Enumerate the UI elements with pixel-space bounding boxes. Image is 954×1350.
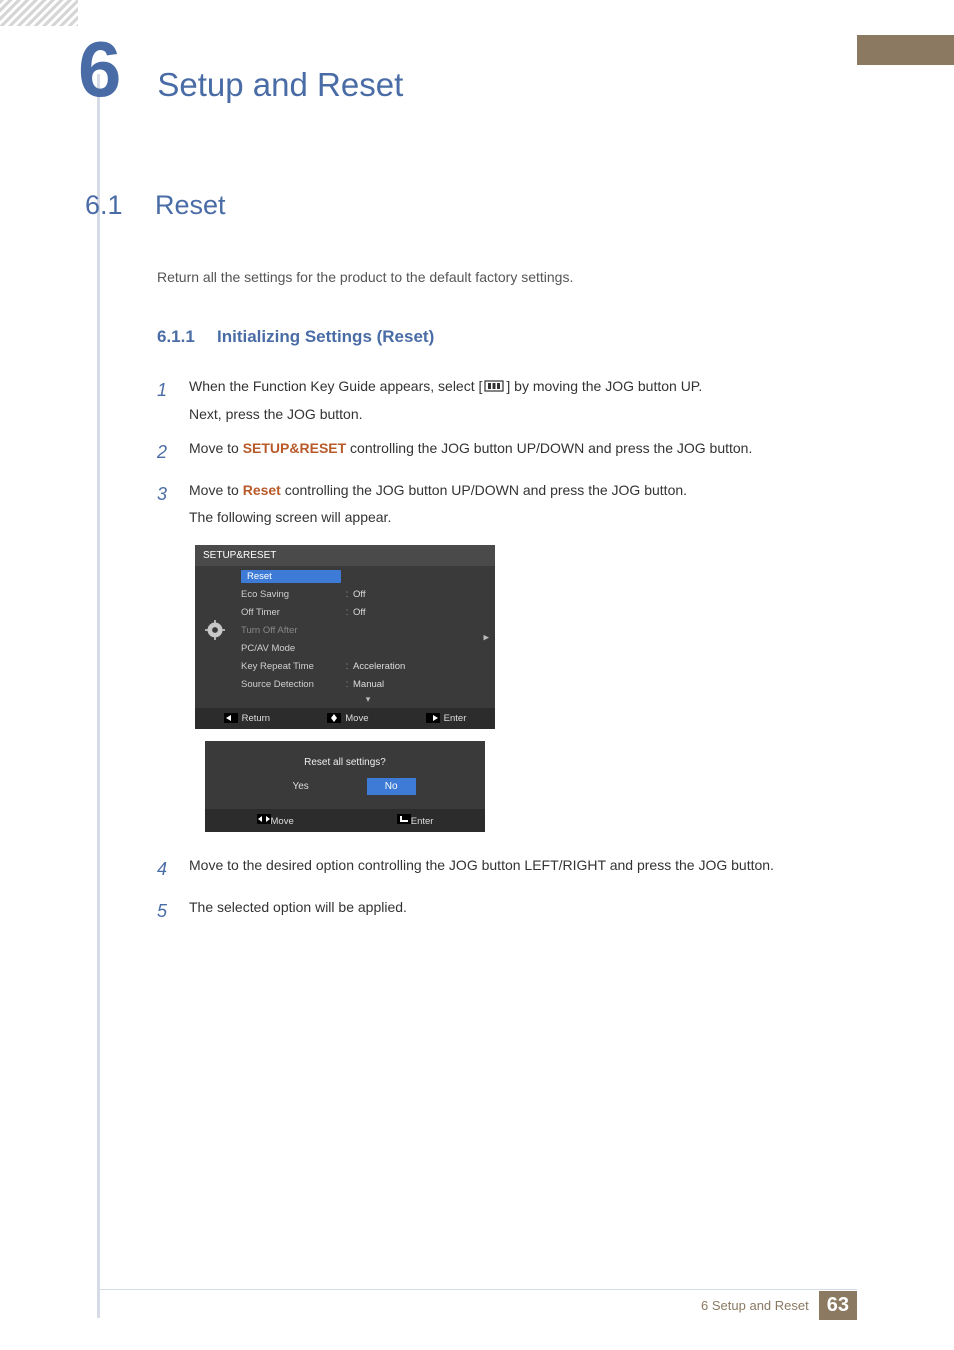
header-brown-bar bbox=[857, 35, 954, 65]
left-key-icon bbox=[224, 713, 238, 723]
step-5: 5 The selected option will be applied. bbox=[157, 894, 857, 928]
osd-item-label: Reset bbox=[241, 570, 341, 583]
dialog-buttons: Yes No bbox=[205, 778, 485, 809]
osd-item-value: Acceleration bbox=[353, 661, 405, 672]
osd-footer-return: Return bbox=[224, 713, 271, 724]
dialog-footer-enter: Enter bbox=[397, 814, 434, 827]
osd-menu-item: Eco Saving:Off bbox=[241, 586, 495, 604]
osd-colon: : bbox=[341, 607, 353, 618]
osd-item-value: Off bbox=[353, 589, 366, 600]
step-number: 5 bbox=[157, 894, 189, 928]
osd-item-label: PC/AV Mode bbox=[241, 643, 341, 654]
osd-menu-item: PC/AV Mode bbox=[241, 640, 495, 658]
dialog-question: Reset all settings? bbox=[205, 741, 485, 778]
dialog-footer: Move Enter bbox=[205, 809, 485, 832]
osd-footer-enter: Enter bbox=[426, 713, 467, 724]
step-4: 4 Move to the desired option controlling… bbox=[157, 852, 857, 886]
step-number: 3 bbox=[157, 477, 189, 530]
dialog-yes: Yes bbox=[274, 778, 326, 795]
gear-icon bbox=[205, 620, 225, 640]
osd-item-value: Off bbox=[353, 607, 366, 618]
section-title: Reset bbox=[155, 190, 226, 220]
step-number: 4 bbox=[157, 852, 189, 886]
corner-hatch bbox=[0, 0, 78, 26]
step-body: Move to Reset controlling the JOG button… bbox=[189, 477, 857, 530]
footer-label: 6 Setup and Reset bbox=[701, 1298, 809, 1313]
menu-icon bbox=[484, 374, 504, 401]
step-2: 2 Move to SETUP&RESET controlling the JO… bbox=[157, 435, 857, 469]
confirm-dialog: Reset all settings? Yes No Move Enter bbox=[205, 741, 485, 832]
osd-item-label: Key Repeat Time bbox=[241, 661, 341, 672]
dialog-footer-move: Move bbox=[257, 814, 294, 827]
step-3: 3 Move to Reset controlling the JOG butt… bbox=[157, 477, 857, 530]
footer-rule bbox=[97, 1289, 857, 1290]
right-key-icon bbox=[426, 713, 440, 723]
subsection-number: 6.1.1 bbox=[157, 327, 217, 347]
keyword-setup-reset: SETUP&RESET bbox=[243, 440, 346, 456]
osd-menu-item: Turn Off After bbox=[241, 622, 495, 640]
osd-item-value: Manual bbox=[353, 679, 384, 690]
subsection-title: Initializing Settings (Reset) bbox=[217, 327, 434, 346]
step-number: 2 bbox=[157, 435, 189, 469]
step-list: 1 When the Function Key Guide appears, s… bbox=[157, 373, 857, 531]
page-number: 63 bbox=[819, 1291, 857, 1320]
step-list-cont: 4 Move to the desired option controlling… bbox=[157, 852, 857, 928]
arrow-right-icon: ▸ bbox=[483, 630, 489, 643]
osd-menu-item: Source Detection:Manual bbox=[241, 676, 495, 694]
step-body: When the Function Key Guide appears, sel… bbox=[189, 373, 857, 427]
chapter-title: Setup and Reset bbox=[157, 66, 403, 104]
section-intro: Return all the settings for the product … bbox=[157, 269, 857, 285]
section-number: 6.1 bbox=[85, 190, 155, 221]
arrow-down-icon: ▾ bbox=[241, 694, 495, 708]
osd-body: ▸ ResetEco Saving:OffOff Timer:OffTurn O… bbox=[195, 566, 495, 708]
osd-item-label: Off Timer bbox=[241, 607, 341, 618]
section-heading: 6.1Reset bbox=[85, 190, 857, 221]
chapter-header: 6 Setup and Reset bbox=[0, 38, 403, 104]
chapter-number: 6 bbox=[78, 38, 119, 100]
osd-screenshot-group: SETUP&RESET ▸ ResetEco Saving:OffOff Tim… bbox=[195, 545, 857, 832]
updown-key-icon bbox=[327, 713, 341, 723]
osd-item-label: Eco Saving bbox=[241, 589, 341, 600]
page-footer: 6 Setup and Reset 63 bbox=[701, 1291, 857, 1320]
step-1: 1 When the Function Key Guide appears, s… bbox=[157, 373, 857, 427]
step-body: The selected option will be applied. bbox=[189, 894, 857, 928]
leftright-key-icon bbox=[257, 814, 271, 824]
step-number: 1 bbox=[157, 373, 189, 427]
osd-item-label: Source Detection bbox=[241, 679, 341, 690]
osd-footer-move: Move bbox=[327, 713, 368, 724]
osd-title: SETUP&RESET bbox=[195, 545, 495, 566]
osd-footer: Return Move Enter bbox=[195, 708, 495, 729]
osd-colon: : bbox=[341, 679, 353, 690]
subsection-heading: 6.1.1Initializing Settings (Reset) bbox=[157, 327, 857, 347]
step-body: Move to the desired option controlling t… bbox=[189, 852, 857, 886]
osd-item-label: Turn Off After bbox=[241, 625, 341, 636]
step-body: Move to SETUP&RESET controlling the JOG … bbox=[189, 435, 857, 469]
osd-menu-list: ResetEco Saving:OffOff Timer:OffTurn Off… bbox=[241, 568, 495, 694]
main-content: 6.1Reset Return all the settings for the… bbox=[85, 190, 857, 936]
enter-key-icon bbox=[397, 814, 411, 824]
osd-panel: SETUP&RESET ▸ ResetEco Saving:OffOff Tim… bbox=[195, 545, 495, 729]
osd-colon: : bbox=[341, 589, 353, 600]
osd-menu-item: Key Repeat Time:Acceleration bbox=[241, 658, 495, 676]
osd-menu-item: Reset bbox=[241, 568, 495, 586]
osd-colon: : bbox=[341, 661, 353, 672]
dialog-no: No bbox=[367, 778, 416, 795]
keyword-reset: Reset bbox=[243, 482, 281, 498]
osd-menu-item: Off Timer:Off bbox=[241, 604, 495, 622]
